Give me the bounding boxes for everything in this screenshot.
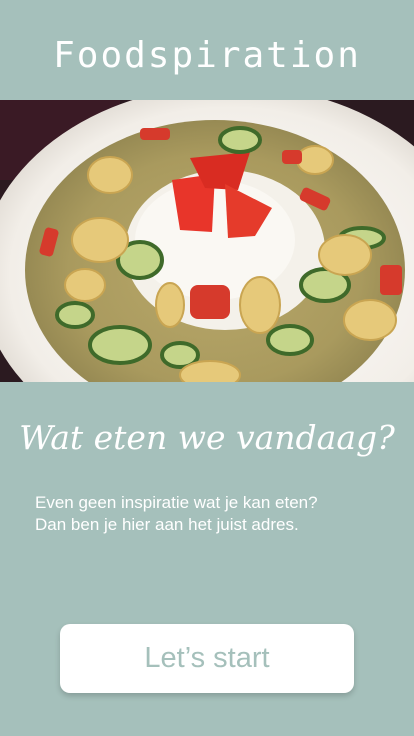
app-title: Foodspiration	[53, 35, 361, 76]
intro-text-line-2: Dan ben je hier aan het juist adres.	[35, 515, 299, 534]
headline: Wat eten we vandaag?	[19, 418, 395, 457]
intro-text-line-1: Even geen inspiratie wat je kan eten?	[35, 493, 318, 512]
hero-image	[0, 100, 414, 382]
intro-text: Even geen inspiratie wat je kan eten? Da…	[35, 492, 395, 536]
lets-start-button[interactable]: Let’s start	[60, 624, 354, 693]
